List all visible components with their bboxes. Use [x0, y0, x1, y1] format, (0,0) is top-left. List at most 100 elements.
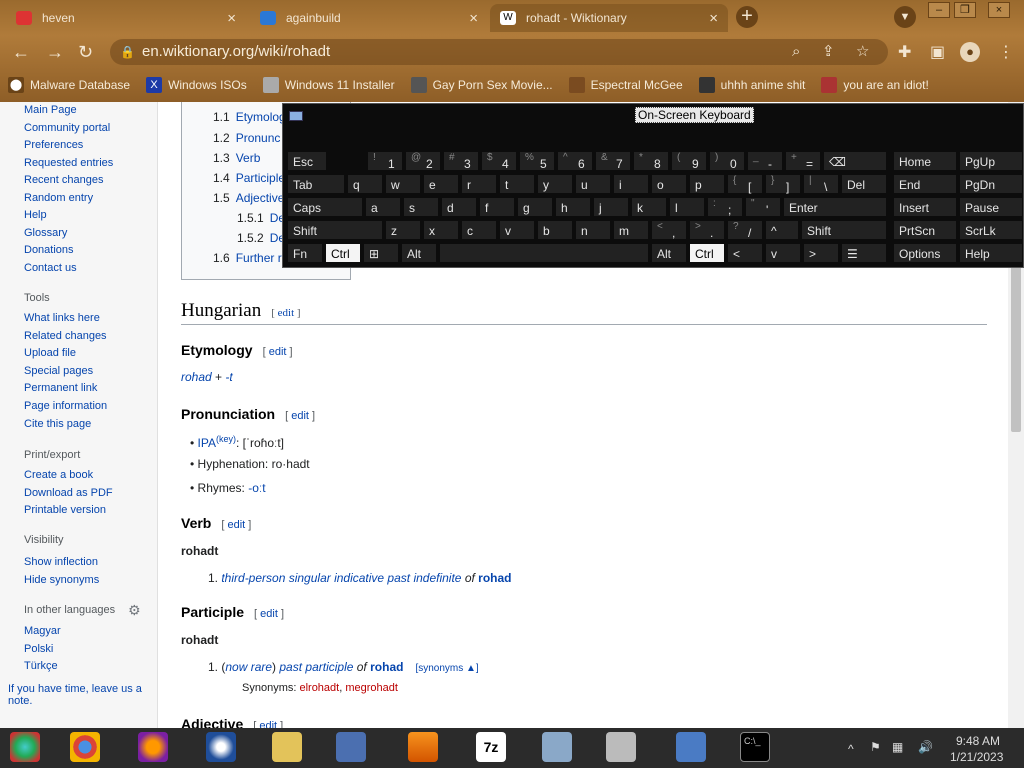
toc-item[interactable]: 1.5.2 De	[237, 231, 285, 245]
osk-key[interactable]: o	[651, 174, 687, 194]
flag-icon[interactable]: ⚑	[870, 740, 881, 754]
sidebar-link[interactable]: Help	[24, 209, 47, 221]
minimize-button[interactable]: –	[928, 2, 950, 18]
osk-key[interactable]: Options	[893, 243, 957, 263]
terminal-icon[interactable]: C:\_	[740, 732, 770, 762]
bookmark-malware-database[interactable]: ⬤ Malware Database	[8, 77, 130, 93]
toc-item[interactable]: 1.6 Further r	[213, 251, 282, 265]
osk-key[interactable]: h	[555, 197, 591, 217]
bookmark-anime[interactable]: uhhh anime shit	[698, 77, 805, 93]
osk-key[interactable]: Tab	[287, 174, 345, 194]
close-tab-icon[interactable]: ×	[709, 10, 718, 27]
osk-key[interactable]: + =	[785, 151, 821, 171]
forward-icon[interactable]: →	[46, 42, 64, 63]
share-icon[interactable]: ⇪	[822, 39, 835, 65]
toc-item[interactable]: 1.5 Adjective	[213, 191, 284, 205]
toc-item[interactable]: 1.1 Etymolog	[213, 110, 286, 124]
osk-key[interactable]: :;	[707, 197, 743, 217]
osk-key[interactable]: }]	[765, 174, 801, 194]
osk-key[interactable]: j	[593, 197, 629, 217]
sidebar-link[interactable]: Community portal	[24, 122, 110, 134]
osk-key[interactable]: Shift	[287, 220, 383, 240]
osk-key[interactable]: ) 0	[709, 151, 745, 171]
app-icon[interactable]	[206, 732, 236, 762]
menu-icon[interactable]: ⋮	[998, 42, 1014, 62]
sidebar-link[interactable]: Download as PDF	[24, 487, 113, 499]
sidebar-link[interactable]: Upload file	[24, 347, 76, 359]
sidebar-link[interactable]: Page information	[24, 400, 107, 412]
lemma-link[interactable]: rohad	[478, 571, 511, 585]
close-tab-icon[interactable]: ×	[227, 10, 236, 27]
tab-heven[interactable]: heven ×	[6, 4, 246, 32]
clock-date[interactable]: 1/21/2023	[950, 750, 1003, 764]
sidebar-link[interactable]: Contact us	[24, 262, 77, 274]
profile-icon[interactable]: ●	[960, 42, 980, 62]
edit-link[interactable]: [ edit ]	[263, 346, 293, 358]
edit-link[interactable]: [ edit ]	[221, 519, 251, 531]
toc-item[interactable]: 1.3 Verb	[213, 151, 260, 165]
toc-item[interactable]: 1.5.1 De	[237, 211, 285, 225]
osk-key[interactable]: {[	[727, 174, 763, 194]
osk-key[interactable]: " '	[745, 197, 781, 217]
osk-key[interactable]: Del	[841, 174, 887, 194]
volume-icon[interactable]: 🔊	[918, 740, 933, 754]
leave-note-link[interactable]: If you have time, leave us a note.	[8, 683, 156, 707]
osk-key[interactable]: PrtScn	[893, 220, 957, 240]
osk-key[interactable]: ^ 6	[557, 151, 593, 171]
sidebar-link[interactable]: Permanent link	[24, 382, 97, 394]
chrome-icon[interactable]	[70, 732, 100, 762]
osk-key[interactable]: @2	[405, 151, 441, 171]
osk-key[interactable]: Home	[893, 151, 957, 171]
osk-key[interactable]: #3	[443, 151, 479, 171]
sidebar-link[interactable]: Related changes	[24, 330, 107, 342]
ipa-link[interactable]: IPA	[198, 436, 216, 450]
settings-gear-icon[interactable]: ⚙	[128, 602, 141, 619]
sidebar-link[interactable]: Printable version	[24, 504, 106, 516]
osk-key[interactable]: e	[423, 174, 459, 194]
osk-key[interactable]: | \	[803, 174, 839, 194]
sidebar-link[interactable]: Magyar	[24, 625, 61, 637]
osk-key[interactable]: c	[461, 220, 497, 240]
rhymes-link[interactable]: -oːt	[248, 481, 265, 495]
synonym-link[interactable]: elrohadt	[299, 682, 339, 694]
vlc-icon[interactable]	[408, 732, 438, 762]
osk-key[interactable]: ^	[765, 220, 799, 240]
osk-key[interactable]: PgDn	[959, 174, 1023, 194]
tab-againbuild[interactable]: againbuild ×	[250, 4, 488, 32]
bookmark-movie[interactable]: Gay Porn Sex Movie...	[410, 77, 553, 93]
osk-key[interactable]: y	[537, 174, 573, 194]
side-panel-icon[interactable]: ▣	[930, 42, 945, 62]
osk-key[interactable]: k	[631, 197, 667, 217]
osk-key[interactable]: i	[613, 174, 649, 194]
osk-key[interactable]: Help	[959, 243, 1023, 263]
osk-key[interactable]: u	[575, 174, 611, 194]
osk-key[interactable]: v	[765, 243, 801, 263]
osk-key[interactable]: ! 1	[367, 151, 403, 171]
osk-key[interactable]: Shift	[801, 220, 887, 240]
osk-key[interactable]: f	[479, 197, 515, 217]
7zip-icon[interactable]: 7z	[476, 732, 506, 762]
toc-item[interactable]: 1.4 Participle	[213, 171, 285, 185]
osk-key[interactable]: x	[423, 220, 459, 240]
osk-key[interactable]: ? /	[727, 220, 763, 240]
osk-key[interactable]: w	[385, 174, 421, 194]
osk-key[interactable]: p	[689, 174, 725, 194]
key-link[interactable]: (key)	[216, 434, 236, 444]
osk-key[interactable]: l	[669, 197, 705, 217]
osk-key[interactable]: <	[727, 243, 763, 263]
synonym-link[interactable]: megrohadt	[345, 682, 398, 694]
sidebar-link[interactable]: Show inflection	[24, 556, 98, 568]
extensions-icon[interactable]: ✚	[898, 42, 911, 62]
osk-key[interactable]: Caps	[287, 197, 363, 217]
sidebar-link[interactable]: Polski	[24, 643, 53, 655]
close-window-button[interactable]: ×	[988, 2, 1010, 18]
osk-key[interactable]: d	[441, 197, 477, 217]
bookmark-star-icon[interactable]: ☆	[856, 39, 869, 65]
bookmark-you-are-an-idiot[interactable]: you are an idiot!	[821, 77, 929, 93]
archive-icon[interactable]	[606, 732, 636, 762]
osk-key[interactable]: Pause	[959, 197, 1023, 217]
osk-key[interactable]: n	[575, 220, 611, 240]
osk-key[interactable]: Esc	[287, 151, 327, 171]
monitor-icon[interactable]	[542, 732, 572, 762]
osk-key[interactable]: % 5	[519, 151, 555, 171]
